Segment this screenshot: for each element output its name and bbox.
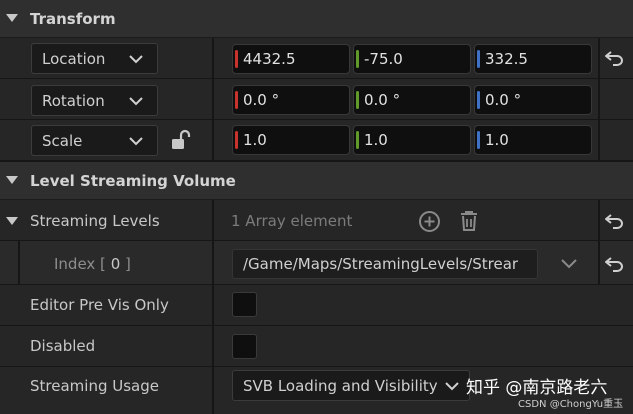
rotation-mode-dropdown[interactable]: Rotation: [31, 85, 158, 116]
dropdown-label: Scale: [42, 131, 83, 150]
trash-icon[interactable]: [458, 209, 480, 233]
x-axis-indicator: [235, 91, 238, 109]
reset-to-default-icon[interactable]: [604, 213, 624, 229]
chevron-down-icon: [445, 381, 459, 390]
y-axis-indicator: [356, 131, 359, 149]
scale-z-field[interactable]: 1.0: [474, 125, 592, 155]
rotation-y-field[interactable]: 0.0 °: [353, 85, 471, 115]
transform-section-header[interactable]: Transform: [0, 0, 633, 38]
array-index-label: Index [ 0 ]: [54, 255, 131, 273]
asset-path: /Game/Maps/StreamingLevels/Strear: [243, 255, 519, 273]
level-streaming-volume-header[interactable]: Level Streaming Volume: [0, 162, 633, 200]
x-axis-indicator: [235, 50, 238, 68]
y-axis-indicator: [356, 91, 359, 109]
location-z-field[interactable]: 332.5: [474, 44, 592, 74]
level-asset-picker[interactable]: /Game/Maps/StreamingLevels/Strear: [232, 249, 538, 279]
dropdown-label: Location: [42, 49, 106, 68]
array-count-text: 1 Array element: [231, 212, 353, 230]
caret-down-icon: [6, 14, 18, 22]
property-label: Streaming Usage: [30, 377, 159, 395]
location-x-field[interactable]: 4432.5: [232, 44, 350, 74]
rotation-x-field[interactable]: 0.0 °: [232, 85, 350, 115]
section-title: Transform: [30, 9, 116, 28]
scale-row: Scale 1.0 1.0 1.0: [0, 120, 633, 161]
editor-pre-vis-only-checkbox[interactable]: [232, 292, 257, 317]
disabled-checkbox[interactable]: [232, 334, 257, 359]
chevron-down-icon: [129, 136, 143, 145]
reset-to-default-icon[interactable]: [604, 50, 624, 66]
z-axis-indicator: [477, 50, 480, 68]
caret-down-icon: [6, 176, 18, 184]
chevron-down-icon: [129, 96, 143, 105]
chevron-down-icon: [129, 54, 143, 63]
z-axis-indicator: [477, 91, 480, 109]
streaming-levels-row: Streaming Levels 1 Array element: [0, 200, 633, 241]
property-label: Editor Pre Vis Only: [30, 296, 169, 314]
z-axis-indicator: [477, 131, 480, 149]
rotation-row: Rotation 0.0 ° 0.0 ° 0.0 °: [0, 79, 633, 120]
disabled-row: Disabled: [0, 326, 633, 367]
section-title: Level Streaming Volume: [30, 171, 236, 190]
array-index-row: Index [ 0 ] /Game/Maps/StreamingLevels/S…: [0, 241, 633, 285]
x-axis-indicator: [235, 131, 238, 149]
unlocked-padlock-icon[interactable]: [170, 129, 192, 151]
reset-to-default-icon[interactable]: [604, 256, 624, 272]
location-y-field[interactable]: -75.0: [353, 44, 471, 74]
add-element-icon[interactable]: [418, 210, 441, 233]
y-axis-indicator: [356, 50, 359, 68]
location-mode-dropdown[interactable]: Location: [31, 43, 158, 74]
caret-down-icon[interactable]: [5, 216, 19, 226]
streaming-usage-dropdown[interactable]: SVB Loading and Visibility: [232, 370, 470, 401]
property-label: Disabled: [30, 337, 96, 355]
dropdown-label: Rotation: [42, 91, 105, 110]
watermark-subtext: CSDN @ChongYu重玉: [518, 399, 624, 410]
scale-x-field[interactable]: 1.0: [232, 125, 350, 155]
scale-mode-dropdown[interactable]: Scale: [31, 125, 158, 156]
rotation-z-field[interactable]: 0.0 °: [474, 85, 592, 115]
property-label: Streaming Levels: [30, 212, 160, 230]
dropdown-label: SVB Loading and Visibility: [243, 376, 438, 395]
location-row: Location 4432.5 -75.0 332.5: [0, 38, 633, 79]
chevron-down-icon[interactable]: [561, 259, 577, 269]
editor-pre-vis-only-row: Editor Pre Vis Only: [0, 285, 633, 326]
scale-y-field[interactable]: 1.0: [353, 125, 471, 155]
